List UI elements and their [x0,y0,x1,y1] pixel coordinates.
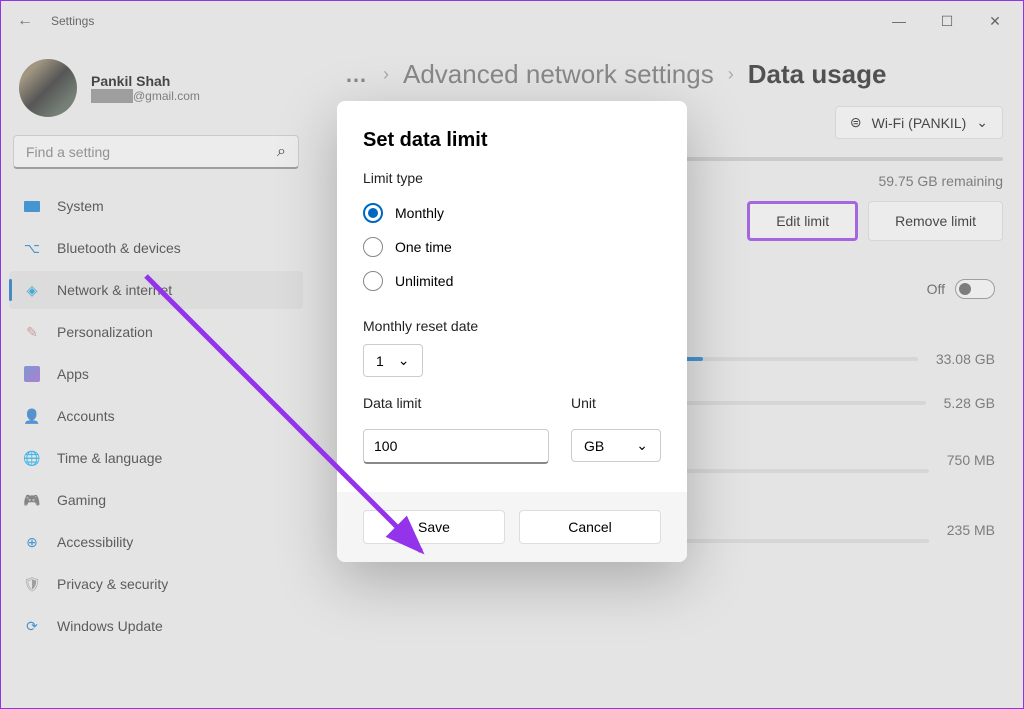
radio-unlimited[interactable]: Unlimited [363,264,661,298]
radio-icon [363,203,383,223]
radio-monthly[interactable]: Monthly [363,196,661,230]
radio-icon [363,271,383,291]
data-limit-label: Data limit [363,395,549,411]
reset-date-label: Monthly reset date [363,318,661,334]
unit-label: Unit [571,395,661,411]
modal-backdrop: Set data limit Limit type Monthly One ti… [1,1,1023,708]
radio-onetime[interactable]: One time [363,230,661,264]
data-limit-input[interactable] [363,429,549,464]
reset-date-select[interactable]: 1 ⌄ [363,344,423,377]
unit-select[interactable]: GB ⌄ [571,429,661,462]
chevron-down-icon: ⌄ [398,352,410,369]
cancel-button[interactable]: Cancel [519,510,661,544]
save-button[interactable]: Save [363,510,505,544]
radio-icon [363,237,383,257]
set-data-limit-dialog: Set data limit Limit type Monthly One ti… [337,101,687,562]
modal-title: Set data limit [363,129,661,152]
chevron-down-icon: ⌄ [636,437,648,454]
limit-type-label: Limit type [363,170,661,186]
